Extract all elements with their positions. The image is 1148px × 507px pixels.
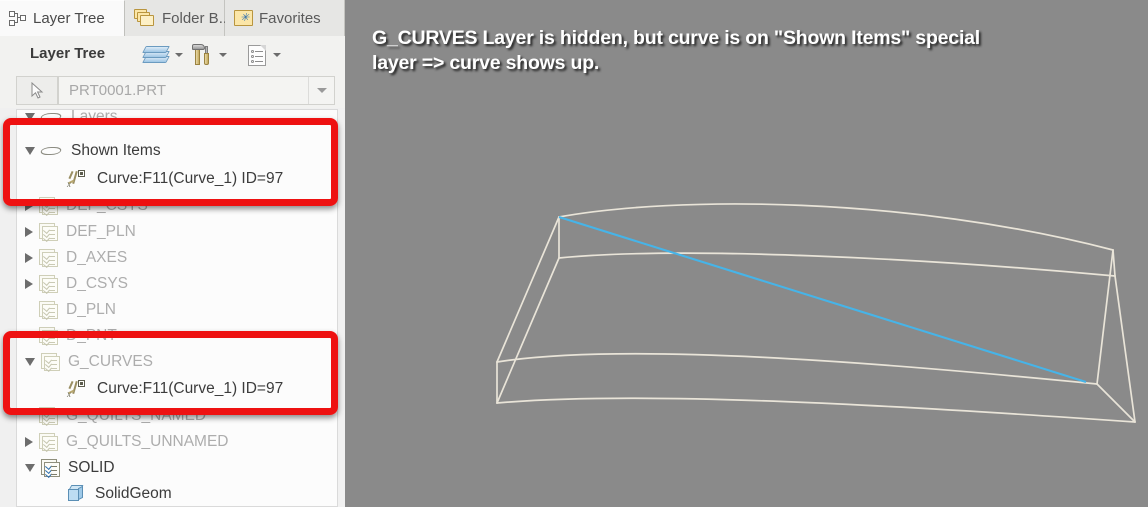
tree-row-label: D_AXES xyxy=(66,249,128,266)
tab-strip: Layer Tree Folder B... ✳ Favorites xyxy=(0,0,345,36)
layer-icon xyxy=(39,197,58,217)
curve-icon: x xyxy=(67,170,89,189)
tree-row-label: Curve:F11(Curve_1) ID=97 xyxy=(97,380,284,397)
tab-favorites-label: Favorites xyxy=(259,9,321,27)
curve-icon: x xyxy=(67,380,89,399)
expander-icon[interactable] xyxy=(25,464,35,472)
expander-icon[interactable] xyxy=(25,201,33,211)
tree-row-label: G_QUILTS_NAMED xyxy=(66,407,207,424)
properties-dropdown-chevron-icon[interactable] xyxy=(273,53,281,57)
tree-row-label: G_CURVES xyxy=(68,353,153,370)
tree-row-solid[interactable]: SOLID xyxy=(17,455,337,481)
tree-row-d-csys[interactable]: D_CSYS xyxy=(17,271,337,297)
layer-icon xyxy=(39,223,58,243)
3d-viewport[interactable] xyxy=(345,0,1148,507)
layers-stack-icon xyxy=(142,45,170,65)
tree-row-label: G_QUILTS_UNNAMED xyxy=(66,433,229,450)
expander-icon[interactable] xyxy=(25,147,35,155)
tree-row-d-pln[interactable]: D_PLN xyxy=(17,297,337,323)
tree-row-g-curves[interactable]: G_CURVES xyxy=(17,349,337,375)
layer-tree-icon xyxy=(9,10,27,28)
model-select-chevron-icon[interactable] xyxy=(308,77,334,104)
tree-row-d-pnt[interactable]: D_PNT xyxy=(17,323,337,349)
annotation-text: G_CURVES Layer is hidden, but curve is o… xyxy=(372,26,1092,76)
tab-favorites[interactable]: ✳ Favorites xyxy=(225,0,345,36)
tree-row-label: D_CSYS xyxy=(66,275,129,292)
select-tool-button[interactable] xyxy=(16,76,58,105)
edge-right-bottom-cap xyxy=(1096,383,1136,423)
expander-icon[interactable] xyxy=(25,227,33,237)
cursor-arrow-icon xyxy=(31,82,43,99)
expander-icon[interactable] xyxy=(25,253,33,263)
tree-scrollbar[interactable] xyxy=(338,109,345,507)
tree-row-label: Shown Items xyxy=(71,142,161,159)
layer-icon xyxy=(39,249,58,269)
layer-icon xyxy=(39,407,58,427)
layer-tree-panel: Layer Tree Folder B... ✳ Favorites Layer… xyxy=(0,0,345,507)
layers-dropdown-chevron-icon[interactable] xyxy=(175,53,183,57)
tree-row-label: DEF_CSYS xyxy=(66,197,148,214)
expander-icon[interactable] xyxy=(25,279,33,289)
layer-tree-list[interactable]: Layers Shown Items x Curve:F11(Curve_1) … xyxy=(16,109,338,507)
tree-row-solidgeom[interactable]: SolidGeom xyxy=(17,481,337,506)
layer-icon xyxy=(39,275,58,295)
tree-row-label: Layers xyxy=(71,109,118,125)
expander-icon[interactable] xyxy=(25,113,35,121)
model-select-value: PRT0001.PRT xyxy=(69,82,166,99)
folder-star-icon: ✳ xyxy=(234,10,253,26)
tab-layer-tree-label: Layer Tree xyxy=(33,10,105,27)
application-window: G_CURVES Layer is hidden, but curve is o… xyxy=(0,0,1148,507)
shown-items-icon xyxy=(39,143,63,159)
tools-toolbar-button[interactable] xyxy=(192,43,227,67)
tree-row-label: SolidGeom xyxy=(95,485,172,502)
layers-toolbar-button[interactable] xyxy=(142,43,183,67)
highlighted-curve xyxy=(558,215,1087,384)
edge-left-far-vertical xyxy=(496,216,560,363)
edge-right-near-vertical xyxy=(1114,275,1136,423)
tree-row-label: SOLID xyxy=(68,459,115,476)
edge-right-top-cap xyxy=(1112,249,1116,277)
annotation-line-1: G_CURVES Layer is hidden, but curve is o… xyxy=(372,27,981,49)
tree-row-curve-shown[interactable]: x Curve:F11(Curve_1) ID=97 xyxy=(17,166,337,192)
edge-right-far-vertical xyxy=(1096,249,1114,385)
edge-top-near xyxy=(558,252,1116,277)
tree-row-curve-gcurves[interactable]: x Curve:F11(Curve_1) ID=97 xyxy=(17,376,337,402)
tree-row-label: D_PLN xyxy=(66,301,116,318)
layer-icon xyxy=(39,301,58,321)
wireframe-model xyxy=(496,203,1136,423)
tree-row-label: D_PNT xyxy=(66,327,117,344)
folders-icon xyxy=(134,9,156,27)
edge-bottom-far xyxy=(496,397,1136,423)
tab-layer-tree[interactable]: Layer Tree xyxy=(0,0,125,36)
tree-row-d-axes[interactable]: D_AXES xyxy=(17,245,337,271)
tree-row-def-pln[interactable]: DEF_PLN xyxy=(17,219,337,245)
layer-icon-active xyxy=(41,459,60,479)
layer-icon xyxy=(41,353,60,373)
tree-row-shown-items[interactable]: Shown Items xyxy=(17,138,337,164)
tree-row-g-quilts-unnamed[interactable]: G_QUILTS_UNNAMED xyxy=(17,429,337,455)
tree-row-g-quilts-named[interactable]: G_QUILTS_NAMED xyxy=(17,403,337,429)
panel-title: Layer Tree xyxy=(30,45,106,62)
model-select[interactable]: PRT0001.PRT xyxy=(58,76,335,105)
tree-row-label: Curve:F11(Curve_1) ID=97 xyxy=(97,170,284,187)
layer-icon xyxy=(39,327,58,347)
hammer-screwdriver-icon xyxy=(192,44,212,66)
annotation-line-2: layer => curve shows up. xyxy=(372,52,600,74)
expander-icon[interactable] xyxy=(25,437,33,447)
edge-left-near-vertical xyxy=(496,257,560,404)
layers-root-icon xyxy=(39,110,63,125)
expander-icon[interactable] xyxy=(25,358,35,366)
properties-toolbar-button[interactable] xyxy=(248,43,281,67)
document-list-icon xyxy=(248,44,266,66)
tree-row-layers[interactable]: Layers xyxy=(17,109,337,130)
model-filter-row: PRT0001.PRT xyxy=(0,74,345,108)
tab-folder-browser[interactable]: Folder B... xyxy=(125,0,231,36)
tree-row-def-csys[interactable]: DEF_CSYS xyxy=(17,193,337,219)
tab-folder-browser-label: Folder B... xyxy=(162,9,232,27)
panel-header: Layer Tree xyxy=(0,36,345,74)
tools-dropdown-chevron-icon[interactable] xyxy=(219,53,227,57)
cube-icon xyxy=(67,485,87,503)
layer-icon xyxy=(39,433,58,453)
tree-row-label: DEF_PLN xyxy=(66,223,136,240)
